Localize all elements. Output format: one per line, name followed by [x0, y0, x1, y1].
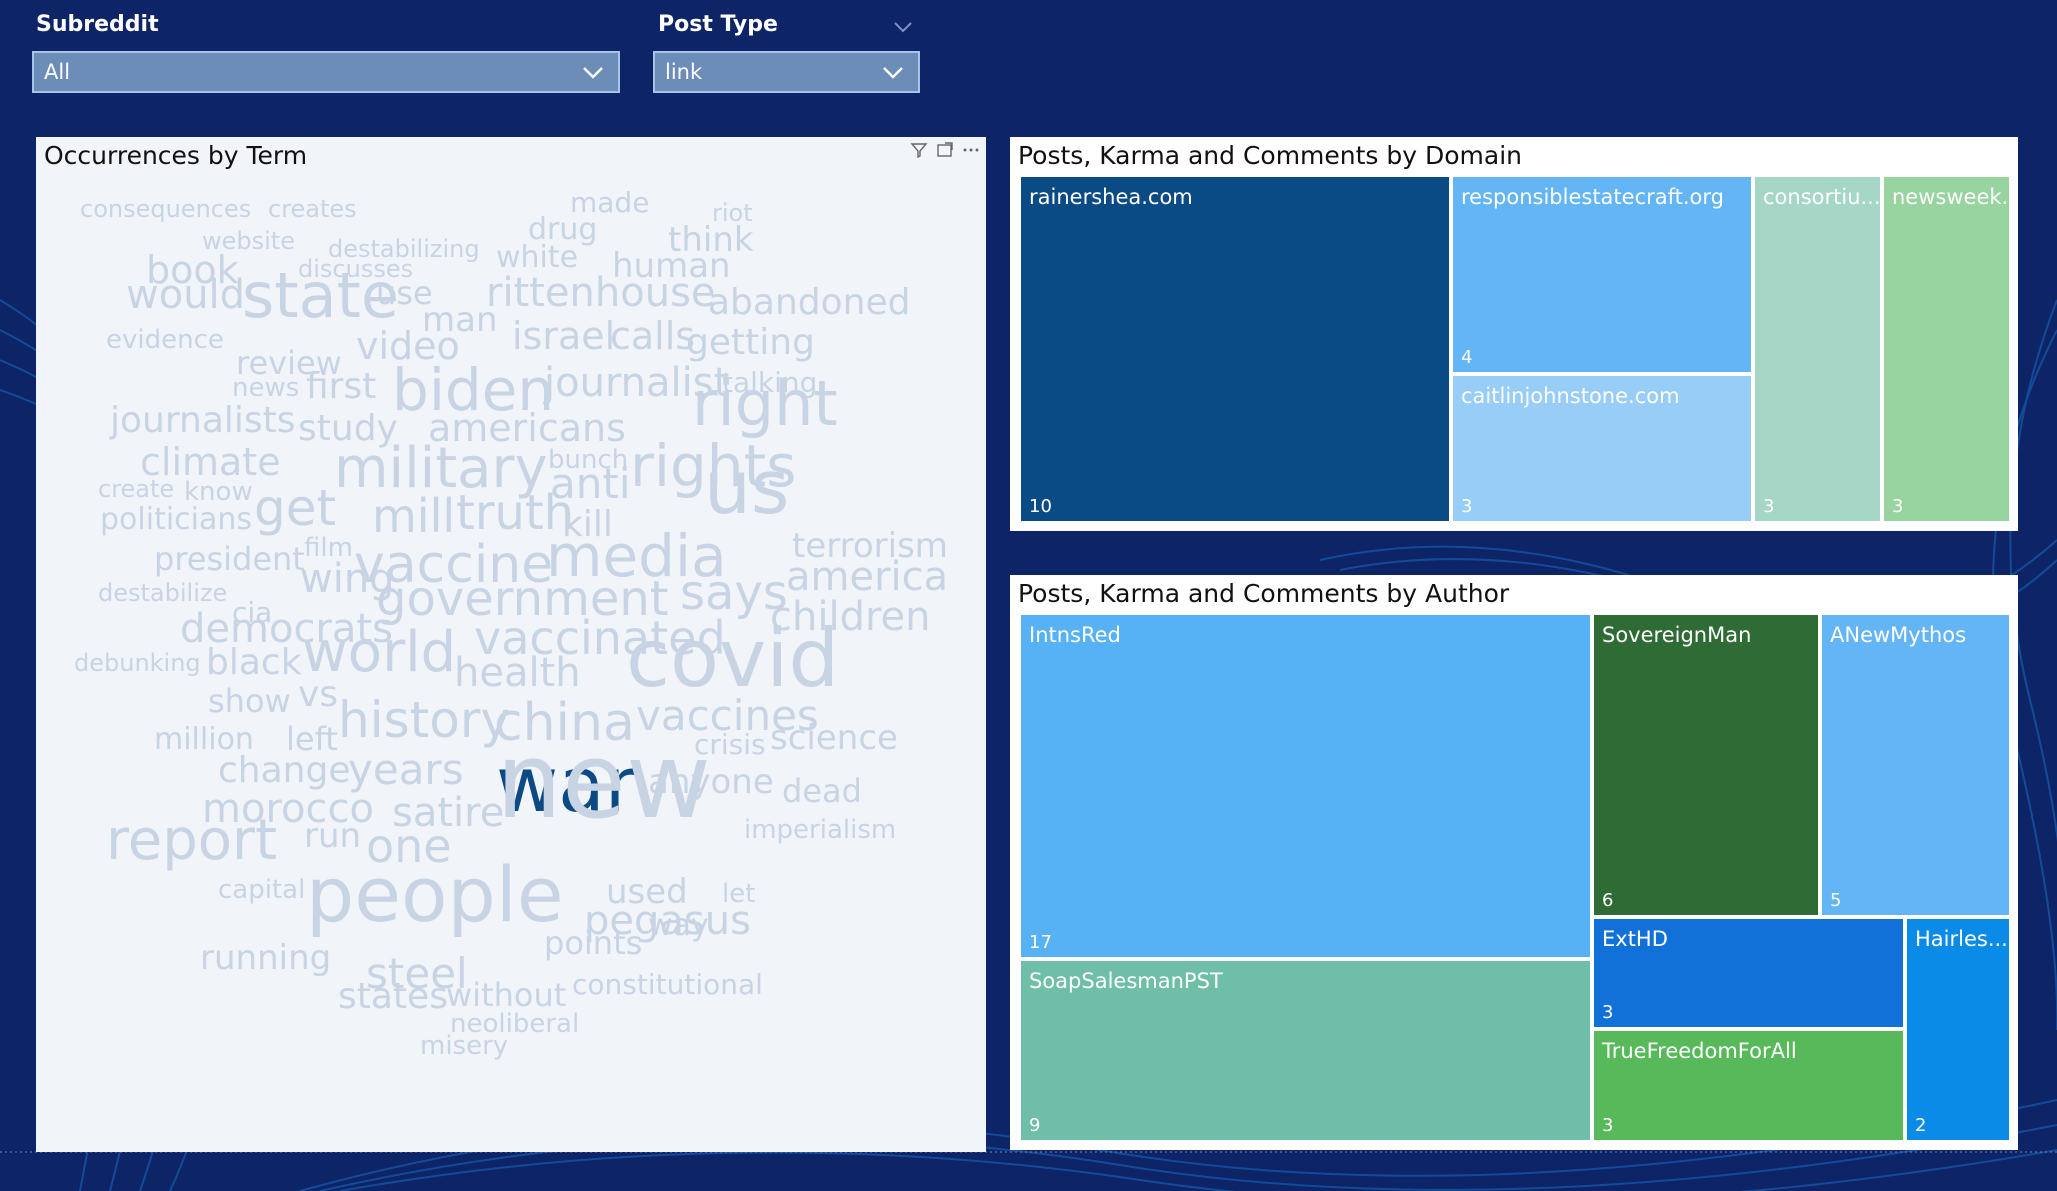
treemap-cell[interactable]: ANewMythos 5	[1820, 613, 2011, 917]
chevron-down-icon[interactable]	[894, 20, 912, 34]
treemap-cell-value: 17	[1029, 932, 1052, 953]
domain-treemap-panel: Posts, Karma and Comments by Domain rain…	[1010, 137, 2018, 531]
author-treemap-area: IntnsRed 17 SovereignMan 6 ANewMythos 5 SoapSa…	[1010, 575, 2018, 1150]
wordcloud-term[interactable]: misery	[420, 1033, 508, 1059]
chevron-down-icon	[583, 67, 603, 79]
treemap-cell-value: 3	[1602, 1002, 1614, 1023]
wordcloud-term[interactable]: getting	[686, 325, 815, 361]
wordcloud-term[interactable]: points	[544, 927, 642, 959]
treemap-cell-label: caitlinjohnstone.com	[1461, 384, 1680, 408]
wordcloud-term[interactable]: abandoned	[708, 285, 910, 321]
treemap-cell-value: 3	[1892, 496, 1904, 517]
treemap-cell-label: consortiu...	[1763, 185, 1881, 209]
treemap-cell-label: rainershea.com	[1029, 185, 1193, 209]
wordcloud-term[interactable]: america	[786, 557, 948, 597]
post-type-slicer-label: Post Type	[658, 12, 778, 37]
treemap-cell[interactable]: responsiblestatecraft.org 4	[1451, 175, 1753, 374]
wordcloud-term[interactable]: running	[200, 941, 331, 975]
treemap-cell-value: 3	[1461, 496, 1473, 517]
wordcloud-panel: Occurrences by Term consequences creates m…	[36, 137, 986, 1152]
treemap-cell-label: newsweek...	[1892, 185, 2011, 209]
wordcloud-term[interactable]: people	[306, 857, 564, 933]
wordcloud-term[interactable]: get	[254, 483, 336, 533]
treemap-cell-label: Hairles...	[1915, 927, 2008, 951]
post-type-dropdown[interactable]: link	[653, 51, 920, 93]
wordcloud-term[interactable]: first	[306, 369, 376, 405]
treemap-cell[interactable]: newsweek... 3	[1882, 175, 2011, 523]
wordcloud-term[interactable]: creates	[268, 197, 357, 221]
wordcloud-term[interactable]: consequences	[80, 197, 251, 221]
treemap-cell-value: 6	[1602, 890, 1614, 911]
subreddit-dropdown[interactable]: All	[32, 51, 620, 93]
treemap-cell-value: 5	[1830, 890, 1842, 911]
treemap-cell-label: SovereignMan	[1602, 623, 1752, 647]
wordcloud-term[interactable]: health	[454, 653, 581, 693]
wordcloud-term[interactable]: calls	[610, 317, 695, 355]
wordcloud-term[interactable]: world	[302, 625, 456, 681]
wordcloud-term[interactable]: history	[338, 695, 510, 745]
treemap-cell-value: 2	[1915, 1115, 1927, 1136]
treemap-cell[interactable]: rainershea.com 10	[1019, 175, 1451, 523]
wordcloud-term[interactable]: report	[106, 813, 277, 869]
treemap-cell[interactable]: IntnsRed 17	[1019, 613, 1592, 959]
wordcloud-term[interactable]: imperialism	[744, 817, 896, 843]
treemap-cell[interactable]: SovereignMan 6	[1592, 613, 1820, 917]
treemap-cell-label: responsiblestatecraft.org	[1461, 185, 1725, 209]
wordcloud-term[interactable]: politicians	[100, 505, 252, 535]
wordcloud-term[interactable]: destabilize	[98, 581, 227, 605]
wordcloud-term[interactable]: change	[218, 753, 351, 789]
wordcloud-term[interactable]: black	[206, 645, 302, 681]
treemap-cell[interactable]: TrueFreedomForAll 3	[1592, 1029, 1905, 1142]
wordcloud-term[interactable]: evidence	[106, 327, 224, 353]
treemap-cell[interactable]: SoapSalesmanPST 9	[1019, 959, 1592, 1142]
wordcloud-term[interactable]: dead	[782, 775, 862, 807]
wordcloud-term[interactable]: us	[704, 451, 789, 525]
treemap-cell-value: 3	[1763, 496, 1775, 517]
treemap-cell-value: 10	[1029, 496, 1052, 517]
treemap-cell-label: SoapSalesmanPST	[1029, 969, 1223, 993]
author-treemap-panel: Posts, Karma and Comments by Author Intn…	[1010, 575, 2018, 1150]
wordcloud-term[interactable]: would	[126, 275, 245, 315]
wordcloud-term[interactable]: new	[496, 729, 711, 833]
wordcloud-term[interactable]: journalists	[110, 403, 296, 439]
wordcloud-term[interactable]: capital	[218, 877, 305, 903]
treemap-cell-label: TrueFreedomForAll	[1602, 1039, 1797, 1063]
wordcloud-term[interactable]: run	[304, 819, 361, 853]
treemap-cell-label: ExtHD	[1602, 927, 1668, 951]
treemap-cell-value: 3	[1602, 1115, 1614, 1136]
domain-treemap-area: rainershea.com 10 responsiblestatecraft.or…	[1010, 137, 2018, 531]
post-type-selected-value: link	[665, 60, 703, 84]
wordcloud-term[interactable]: president	[154, 543, 305, 575]
wordcloud-term[interactable]: constitutional	[572, 971, 763, 999]
wordcloud-term[interactable]: rittenhouse	[486, 273, 716, 313]
wordcloud-term[interactable]: way	[648, 911, 709, 941]
treemap-cell-value: 4	[1461, 347, 1473, 368]
treemap-cell[interactable]: caitlinjohnstone.com 3	[1451, 374, 1753, 523]
wordcloud-term[interactable]: covid	[626, 619, 839, 699]
wordcloud-term[interactable]: without	[446, 979, 566, 1011]
wordcloud-term[interactable]: vs	[298, 677, 338, 713]
wordcloud-term[interactable]: right	[692, 373, 838, 435]
treemap-cell-value: 9	[1029, 1115, 1041, 1136]
subreddit-selected-value: All	[44, 60, 71, 84]
treemap-cell[interactable]: ExtHD 3	[1592, 917, 1905, 1029]
chevron-down-icon	[883, 67, 903, 79]
wordcloud-term[interactable]: news	[232, 375, 299, 401]
wordcloud-term[interactable]: israel	[512, 317, 615, 355]
wordcloud-term[interactable]: create	[98, 477, 174, 501]
wordcloud-term[interactable]: states	[338, 979, 448, 1015]
subreddit-slicer-label: Subreddit	[36, 12, 159, 37]
treemap-cell[interactable]: Hairles... 2	[1905, 917, 2011, 1142]
wordcloud-area: consequences creates made riot website drug de…	[36, 137, 986, 1152]
wordcloud-term[interactable]: show	[208, 685, 291, 717]
wordcloud-term[interactable]: science	[770, 721, 898, 755]
treemap-cell[interactable]: consortiu... 3	[1753, 175, 1882, 523]
wordcloud-term[interactable]: white	[496, 243, 578, 273]
wordcloud-term[interactable]: debunking	[74, 651, 201, 675]
treemap-cell-label: IntnsRed	[1029, 623, 1121, 647]
wordcloud-term[interactable]: mill	[372, 493, 455, 539]
treemap-cell-label: ANewMythos	[1830, 623, 1967, 647]
wordcloud-term[interactable]: years	[348, 749, 464, 791]
